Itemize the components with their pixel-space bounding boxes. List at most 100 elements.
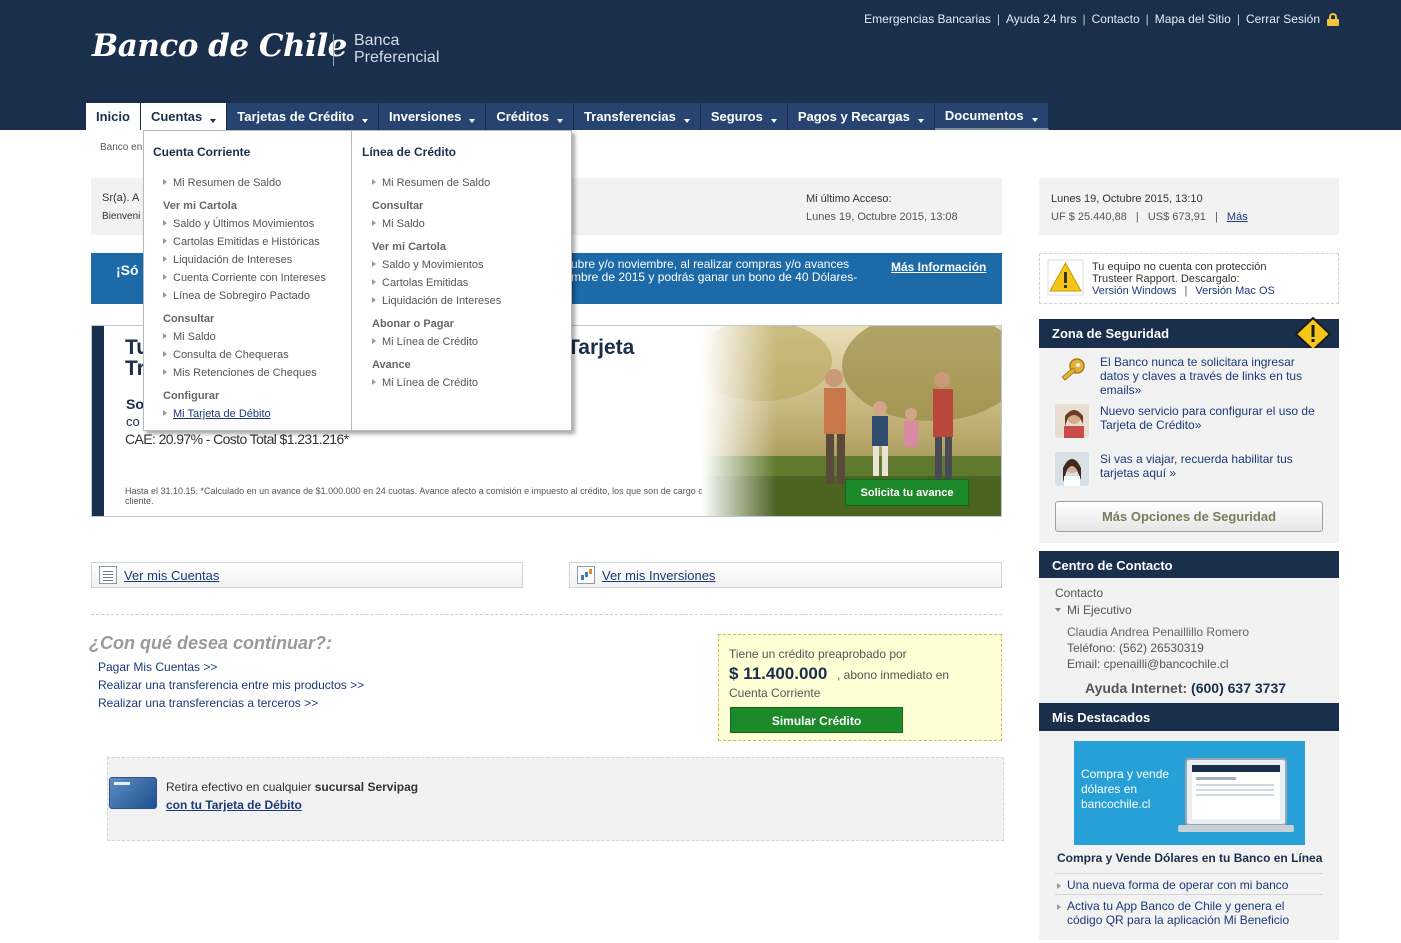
more-security-options-button[interactable]: Más Opciones de Seguridad — [1055, 501, 1323, 532]
document-icon — [99, 566, 117, 584]
bank-logo[interactable]: Banco de Chile — [92, 28, 347, 64]
chevron-down-icon — [770, 118, 777, 123]
chevron-down-icon — [210, 118, 217, 123]
banner-subtitle-2: co — [126, 414, 140, 429]
featured-caption[interactable]: Compra y Vende Dólares en tu Banco en Lí… — [1057, 851, 1322, 865]
last-access-label: Mi último Acceso: — [806, 193, 892, 205]
dd-cc-retenciones[interactable]: Mis Retenciones de Cheques — [163, 367, 317, 379]
chevron-down-icon — [1031, 117, 1038, 122]
banca-preferencial-tagline: Banca Preferencial — [354, 32, 440, 66]
dd-cc-linea-sobregiro[interactable]: Línea de Sobregiro Pactado — [163, 290, 310, 302]
featured-link-operar[interactable]: Una nueva forma de operar con mi banco — [1055, 873, 1323, 892]
servipag-link[interactable]: con tu Tarjeta de Débito — [166, 798, 302, 812]
tab-inicio[interactable]: Inicio — [86, 103, 141, 130]
mas-indicadores-link[interactable]: Más — [1227, 211, 1248, 223]
dd-lc-mi-resumen[interactable]: Mi Resumen de Saldo — [372, 177, 490, 189]
dd-cc-tarjeta-debito[interactable]: Mi Tarjeta de Débito — [163, 408, 271, 420]
tab-documentos[interactable]: Documentos — [934, 103, 1049, 130]
dd-cc-group-cartola: Ver mi Cartola — [163, 200, 237, 212]
tab-transferencias[interactable]: Transferencias — [574, 103, 701, 130]
contact-center-header: Centro de Contacto — [1039, 551, 1339, 580]
contacto-label[interactable]: Contacto — [1055, 586, 1103, 600]
featured-link-app[interactable]: Activa tu App Banco de Chile y genera el… — [1055, 894, 1323, 927]
banner-fine-print: Hasta el 31.10.15. *Calculado en un avan… — [125, 486, 711, 506]
dd-lc-group-cartola: Ver mi Cartola — [372, 241, 446, 253]
dd-lc-saldo-movimientos[interactable]: Saldo y Movimientos — [372, 259, 484, 271]
trusteer-downloads: Versión Windows | Versión Mac OS — [1092, 285, 1275, 297]
link-contacto[interactable]: Contacto — [1092, 12, 1140, 26]
simular-credito-button[interactable]: Simular Crédito — [730, 707, 903, 733]
user-greeting: Sr(a). A — [102, 192, 140, 204]
dd-cc-group-configurar: Configurar — [163, 390, 220, 402]
tab-inversiones[interactable]: Inversiones — [379, 103, 487, 130]
promo-more-info-link[interactable]: Más Información — [891, 260, 986, 274]
dd-cc-liquidacion-intereses[interactable]: Liquidación de Intereses — [163, 254, 292, 266]
dd-cc-mi-resumen[interactable]: Mi Resumen de Saldo — [163, 177, 281, 189]
trusteer-mac-link[interactable]: Versión Mac OS — [1195, 285, 1274, 297]
link-emergencias[interactable]: Emergencias Bancarias — [864, 12, 991, 26]
top-links: Emergencias Bancarias | Ayuda 24 hrs | Con… — [864, 12, 1339, 26]
chevron-down-icon — [469, 118, 476, 123]
chart-icon — [577, 566, 595, 584]
dd-cc-con-intereses[interactable]: Cuenta Corriente con Intereses — [163, 272, 326, 284]
transferencia-terceros-link[interactable]: Realizar una transferencias a terceros >… — [98, 696, 318, 710]
debit-card-icon — [109, 777, 157, 809]
traveler-photo-icon — [1055, 452, 1089, 486]
dd-heading-linea-credito[interactable]: Línea de Crédito — [362, 145, 456, 159]
lock-icon[interactable] — [1327, 12, 1339, 26]
tab-seguros[interactable]: Seguros — [700, 103, 788, 130]
credit-amount: $ 11.400.000 — [729, 664, 828, 683]
chevron-down-icon — [362, 118, 369, 123]
dd-heading-cuenta-corriente[interactable]: Cuenta Corriente — [153, 145, 250, 159]
security-zone-header: Zona de Seguridad — [1039, 319, 1339, 348]
executive-email: Email: cpenailli@bancochile.cl — [1067, 657, 1229, 671]
credit-account: Cuenta Corriente — [729, 686, 821, 700]
dolares-promo-text: Compra y vende dólares en bancochile.cl — [1081, 767, 1170, 811]
credit-intro: Tiene un crédito preaprobado por — [729, 647, 907, 661]
breadcrumb[interactable]: Banco en — [100, 142, 142, 153]
dd-lc-abonar-linea[interactable]: Mi Línea de Crédito — [372, 336, 478, 348]
ver-mis-cuentas-link[interactable]: Ver mis Cuentas — [124, 568, 219, 583]
dd-lc-group-abonar: Abonar o Pagar — [372, 318, 454, 330]
banner-title-line2: Tr — [125, 357, 145, 380]
dd-lc-liquidacion-intereses[interactable]: Liquidación de Intereses — [372, 295, 501, 307]
solicita-avance-button[interactable]: Solicita tu avance — [845, 479, 969, 506]
dd-cc-saldo-movimientos[interactable]: Saldo y Últimos Movimientos — [163, 218, 314, 230]
link-ayuda[interactable]: Ayuda 24 hrs — [1006, 12, 1077, 26]
chevron-down-icon — [917, 118, 924, 123]
pagar-cuentas-link[interactable]: Pagar Mis Cuentas >> — [98, 660, 217, 674]
chevron-down-icon — [683, 118, 690, 123]
dd-cc-cartolas-emitidas[interactable]: Cartolas Emitidas e Históricas — [163, 236, 320, 248]
last-access-value: Lunes 19, Octubre 2015, 13:08 — [806, 211, 958, 223]
dd-cc-chequeras[interactable]: Consulta de Chequeras — [163, 349, 289, 361]
security-tip-travel[interactable]: Si vas a viajar, recuerda habilitar tus … — [1100, 452, 1326, 480]
tab-creditos[interactable]: Créditos — [486, 103, 575, 130]
main-nav: Inicio Cuentas Tarjetas de Crédito Inver… — [86, 103, 1049, 130]
featured-header: Mis Destacados — [1039, 703, 1339, 732]
dd-cc-group-consultar: Consultar — [163, 313, 215, 325]
dd-lc-mi-saldo[interactable]: Mi Saldo — [372, 218, 425, 230]
dd-lc-avance-linea[interactable]: Mi Línea de Crédito — [372, 377, 478, 389]
servipag-text: Retira efectivo en cualquier sucursal Se… — [166, 780, 419, 794]
tab-pagos-recargas[interactable]: Pagos y Recargas — [787, 103, 935, 130]
trusteer-windows-link[interactable]: Versión Windows — [1092, 285, 1176, 297]
security-tip-credit-card[interactable]: Nuevo servicio para configurar el uso de… — [1100, 404, 1326, 432]
ver-mis-inversiones-link[interactable]: Ver mis Inversiones — [602, 568, 715, 583]
banner-cae: CAE: 20.97% - Costo Total $1.231.216* — [125, 431, 349, 447]
security-tip-links[interactable]: El Banco nunca te solicitara ingresar da… — [1100, 355, 1326, 397]
transferencia-propia-link[interactable]: Realizar una transferencia entre mis pro… — [98, 678, 364, 692]
dd-cc-mi-saldo[interactable]: Mi Saldo — [163, 331, 216, 343]
dd-lc-group-avance: Avance — [372, 359, 411, 371]
dropdown-column-divider — [351, 130, 352, 431]
link-mapa-sitio[interactable]: Mapa del Sitio — [1155, 12, 1231, 26]
usd-value: US$ 673,91 — [1147, 211, 1206, 223]
date-indicators-box — [1039, 178, 1339, 235]
credit-tail-text: , abono inmediato en — [837, 668, 950, 682]
executive-name: Claudia Andrea Penaillillo Romero — [1067, 625, 1250, 639]
tab-cuentas[interactable]: Cuentas — [140, 103, 228, 130]
link-cerrar-sesion[interactable]: Cerrar Sesión — [1246, 12, 1320, 26]
tab-tarjetas[interactable]: Tarjetas de Crédito — [227, 103, 380, 130]
banner-subtitle: So — [126, 396, 144, 412]
mi-ejecutivo-toggle[interactable]: Mi Ejecutivo — [1055, 603, 1132, 617]
dd-lc-cartolas-emitidas[interactable]: Cartolas Emitidas — [372, 277, 468, 289]
